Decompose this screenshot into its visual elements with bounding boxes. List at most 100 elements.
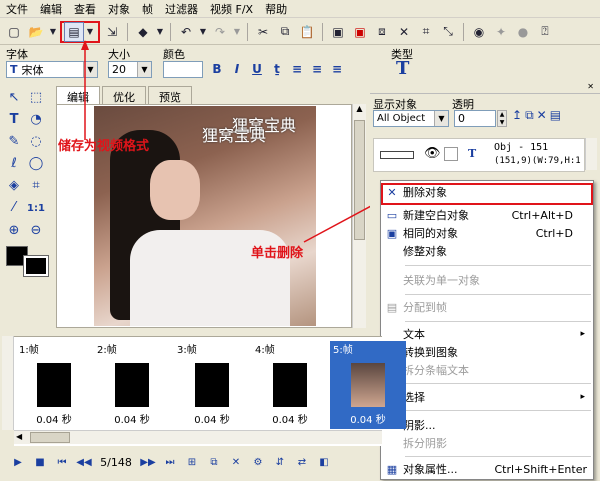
menu-filter[interactable]: 过滤器 [165, 1, 198, 17]
delete-object-icon[interactable]: ✕ [537, 108, 547, 123]
undo-icon[interactable]: ↶ [176, 22, 196, 42]
menu-item-duplicate-object[interactable]: ▣ 相同的对象 Ctrl+D [381, 224, 593, 242]
menu-file[interactable]: 文件 [6, 1, 28, 17]
scroll-thumb[interactable] [30, 432, 70, 443]
menu-view[interactable]: 查看 [74, 1, 96, 17]
first-frame-icon[interactable]: ⏮ [52, 453, 72, 471]
export-icon[interactable]: ⇲ [102, 22, 122, 42]
help-pointer-icon[interactable]: ⍰ [535, 22, 555, 42]
lasso-icon[interactable]: ◌ [26, 131, 46, 151]
undo-dropdown-icon[interactable]: ▼ [198, 22, 208, 42]
zoom-in-icon[interactable]: ⊕ [4, 220, 24, 240]
menu-item-select[interactable]: 选择 ▸ [381, 388, 593, 406]
ellipse-icon[interactable]: ◯ [26, 153, 46, 173]
size-dropdown-icon[interactable]: ▼ [137, 62, 151, 77]
menu-item-object-properties[interactable]: ▦ 对象属性... Ctrl+Shift+Enter [381, 460, 593, 478]
frame-thumb[interactable]: 1:帧 0.04 秒 [16, 341, 92, 429]
menu-item-convert-to-image[interactable]: 转换到图象 [381, 343, 593, 361]
resize-icon[interactable]: ⤡ [438, 22, 458, 42]
object-list-scrollbar[interactable] [585, 138, 597, 170]
crop-icon[interactable]: ⌗ [416, 22, 436, 42]
menu-item-new-blank-object[interactable]: ▭ 新建空白对象 Ctrl+Alt+D [381, 206, 593, 224]
duplicate-frame-icon[interactable]: ⧈ [372, 22, 392, 42]
open-folder-icon[interactable]: 📂 [26, 22, 46, 42]
redo-dropdown-icon[interactable]: ▼ [232, 22, 242, 42]
visibility-eye-icon[interactable]: 👁 [424, 146, 441, 161]
frame-thumb-selected[interactable]: 5:帧 0.04 秒 [330, 341, 406, 429]
brush-icon[interactable]: ℓ [4, 153, 24, 173]
italic-icon[interactable]: I [228, 60, 246, 78]
show-objects-select[interactable]: All Object ▼ [373, 110, 449, 127]
prev-frame-icon[interactable]: ◀◀ [74, 453, 94, 471]
actual-size-icon[interactable]: 1:1 [26, 198, 46, 218]
paste-icon[interactable]: 📋 [297, 22, 317, 42]
menu-help[interactable]: 帮助 [265, 1, 287, 17]
align-right-icon[interactable]: ≡ [328, 60, 346, 78]
scroll-up-icon[interactable]: ▲ [353, 104, 366, 118]
color-field[interactable] [163, 61, 203, 78]
filter-icon[interactable]: ◧ [314, 453, 334, 471]
frame-thumb[interactable]: 2:帧 0.04 秒 [94, 341, 170, 429]
frames-horizontal-scrollbar[interactable]: ◀ [14, 430, 382, 444]
stop-icon[interactable]: ■ [30, 453, 50, 471]
wizard-dropdown-icon[interactable]: ▼ [155, 22, 165, 42]
puzzle-icon[interactable]: ✦ [491, 22, 511, 42]
menu-item-text[interactable]: 文本 ▸ [381, 325, 593, 343]
text-tool-icon[interactable]: T [4, 109, 24, 129]
menu-item-shadow[interactable]: 阴影... [381, 416, 593, 434]
rotate-icon[interactable]: ◔ [26, 109, 46, 129]
lock-box-icon[interactable] [444, 147, 458, 161]
menu-item-trim-object[interactable]: 修整对象 [381, 242, 593, 260]
bold-icon[interactable]: B [208, 60, 226, 78]
text-type-icon[interactable]: T [396, 58, 409, 79]
eyedropper-icon[interactable]: ⁄ [4, 197, 24, 217]
wizard-icon[interactable]: ◆ [133, 22, 153, 42]
internet-icon[interactable]: ◉ [469, 22, 489, 42]
play-icon[interactable]: ▶ [8, 453, 28, 471]
fill-icon[interactable]: ◈ [4, 175, 24, 195]
pencil-icon[interactable]: ✎ [4, 131, 24, 151]
redo-icon[interactable]: ↷ [210, 22, 230, 42]
last-frame-icon[interactable]: ⏭ [160, 453, 180, 471]
move-up-icon[interactable]: ↥ [512, 108, 522, 123]
cut-icon[interactable]: ✂ [253, 22, 273, 42]
duplicate-frame-icon[interactable]: ⧉ [204, 453, 224, 471]
underline-icon[interactable]: U [248, 60, 266, 78]
frame-thumb[interactable]: 4:帧 0.04 秒 [252, 341, 328, 429]
add-frame-icon[interactable]: ⊞ [182, 453, 202, 471]
transparency-input[interactable]: 0 [454, 110, 496, 127]
reverse-icon[interactable]: ⇄ [292, 453, 312, 471]
frame-thumb[interactable]: 3:帧 0.04 秒 [174, 341, 250, 429]
dropdown-arrow-icon[interactable]: ▼ [48, 22, 58, 42]
crop-tool-icon[interactable]: ⌗ [26, 175, 46, 195]
delete-frame-icon[interactable]: ✕ [226, 453, 246, 471]
align-left-icon[interactable]: ≡ [288, 60, 306, 78]
pointer-icon[interactable]: ↖ [4, 87, 24, 107]
frames-side-scroll[interactable] [2, 336, 14, 430]
frame-icon[interactable]: ▣ [328, 22, 348, 42]
menu-object[interactable]: 对象 [108, 1, 130, 17]
scroll-left-icon[interactable]: ◀ [16, 432, 22, 441]
new-file-icon[interactable]: ▢ [4, 22, 24, 42]
menu-videofx[interactable]: 视频 F/X [210, 1, 253, 17]
marquee-icon[interactable]: ⬚ [26, 87, 46, 107]
copy-icon[interactable]: ⧉ [275, 22, 295, 42]
next-frame-icon[interactable]: ▶▶ [138, 453, 158, 471]
transition-icon[interactable]: ⇵ [270, 453, 290, 471]
menu-frame[interactable]: 帧 [142, 1, 153, 17]
menu-edit[interactable]: 编辑 [40, 1, 62, 17]
align-center-icon[interactable]: ≡ [308, 60, 326, 78]
chat-icon[interactable]: ● [513, 22, 533, 42]
delete-frame-icon[interactable]: ▣ [350, 22, 370, 42]
zoom-out-icon[interactable]: ⊖ [26, 220, 46, 240]
delete-icon[interactable]: ✕ [394, 22, 414, 42]
text-frame-icon[interactable]: ṯ [268, 60, 286, 78]
copy-object-icon[interactable]: ⧉ [525, 108, 534, 123]
background-color-swatch[interactable] [23, 255, 49, 277]
frame-properties-icon[interactable]: ⚙ [248, 453, 268, 471]
object-list-icon[interactable]: ▤ [550, 108, 561, 123]
size-select[interactable]: 20 ▼ [108, 61, 152, 78]
transparency-spinner-icon[interactable]: ▲ ▼ [497, 110, 507, 127]
show-objects-dropdown-icon[interactable]: ▼ [434, 111, 448, 126]
object-row[interactable]: 👁 T Obj - 151 (151,9)(W:79,H:1 [373, 138, 585, 172]
